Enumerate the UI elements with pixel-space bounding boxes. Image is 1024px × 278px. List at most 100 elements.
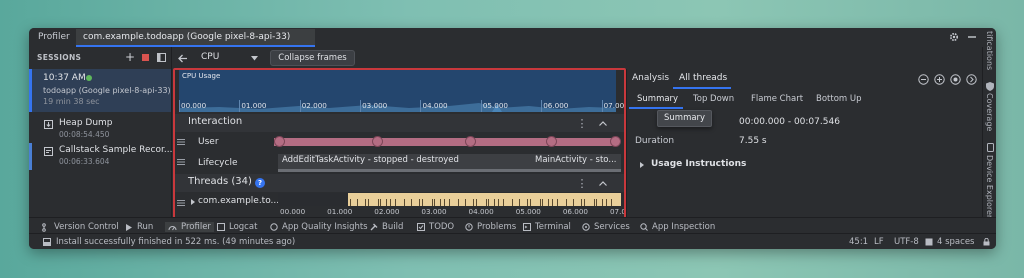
- thread-sample-mark: [434, 199, 435, 206]
- lock-icon[interactable]: [982, 237, 991, 246]
- session-live-indicator: [86, 75, 92, 81]
- expand-triangle-icon[interactable]: [189, 197, 197, 206]
- file-encoding[interactable]: UTF-8: [894, 237, 919, 247]
- cpu-tick-mark: [601, 100, 603, 112]
- collapse-frames-button[interactable]: Collapse frames: [270, 50, 355, 66]
- analysis-subtabs: Summary Top Down Flame Chart Bottom Up: [627, 90, 983, 109]
- stop-session-icon[interactable]: [141, 53, 149, 61]
- caret-position[interactable]: 45:1: [849, 237, 868, 247]
- thread-sample-mark: [488, 199, 489, 206]
- cpu-tick-mark: [360, 100, 362, 112]
- minimize-icon[interactable]: [966, 31, 978, 43]
- run-tab[interactable]: Run: [125, 222, 153, 232]
- notifications-tab[interactable]: tifications: [985, 31, 994, 70]
- subtab-flame-chart[interactable]: Flame Chart: [751, 94, 803, 104]
- lifecycle-event[interactable]: AddEditTaskActivity - stopped - destroye…: [282, 155, 459, 165]
- panel-layout-icon[interactable]: [156, 52, 166, 62]
- threads-title: Threads (34): [188, 176, 252, 187]
- version-control-label: Version Control: [54, 222, 119, 232]
- thread-sample-mark: [498, 199, 499, 206]
- branch-icon: [42, 222, 46, 232]
- line-ending[interactable]: LF: [874, 237, 884, 247]
- user-event-marker[interactable]: [465, 136, 476, 147]
- thread-sample-mark: [368, 199, 369, 206]
- more-options-icon[interactable]: ⋮: [577, 177, 588, 190]
- back-arrow-icon[interactable]: [177, 52, 189, 64]
- more-options-icon[interactable]: ⋮: [577, 117, 588, 130]
- collapse-up-icon[interactable]: [597, 117, 609, 129]
- thread-sample-mark: [542, 199, 543, 206]
- hammer-icon: [370, 223, 378, 231]
- thread-sample-mark: [350, 199, 351, 206]
- artifact-name: Heap Dump: [59, 118, 113, 128]
- cpu-time-tick: 06.000: [543, 101, 569, 110]
- services-tab[interactable]: Services: [582, 222, 630, 232]
- analysis-tabs: Analysis All threads: [627, 69, 983, 89]
- add-session-icon[interactable]: +: [125, 50, 135, 64]
- session-item[interactable]: 10:37 AM todoapp (Google pixel-8-api-33)…: [29, 69, 171, 112]
- interaction-header[interactable]: Interaction ⋮: [173, 114, 625, 132]
- subtab-bottom-up[interactable]: Bottom Up: [816, 94, 862, 104]
- sessions-header: SESSIONS: [37, 53, 82, 62]
- indent-icon: [924, 237, 933, 246]
- drag-handle-icon[interactable]: [176, 198, 185, 207]
- indent-setting[interactable]: 4 spaces: [937, 237, 974, 247]
- terminal-label: Terminal: [535, 222, 571, 232]
- gear-icon[interactable]: [948, 31, 960, 43]
- user-event-marker[interactable]: [610, 136, 621, 147]
- artifact-callstack-sample[interactable]: Callstack Sample Recor... 00:06:33.604: [29, 143, 173, 170]
- threads-header[interactable]: Threads (34) ? ⋮: [173, 174, 625, 192]
- user-event-marker[interactable]: [372, 136, 383, 147]
- collapse-up-icon[interactable]: [597, 177, 609, 189]
- tab-analysis[interactable]: Analysis: [632, 73, 669, 83]
- usage-instructions-section[interactable]: Usage Instructions: [627, 157, 983, 173]
- thread-sample-mark: [458, 199, 459, 206]
- user-event-marker[interactable]: [546, 136, 557, 147]
- drag-handle-icon[interactable]: [176, 157, 185, 166]
- build-tab[interactable]: Build: [370, 222, 403, 232]
- status-layout-icon[interactable]: [42, 237, 51, 246]
- problems-tab[interactable]: Problems: [465, 222, 516, 232]
- thread-sample-mark: [440, 199, 441, 206]
- zoom-out-icon[interactable]: [917, 73, 929, 85]
- device-explorer-tab[interactable]: Device Explorer: [985, 155, 994, 218]
- profiler-tab[interactable]: Profiler: [165, 222, 214, 232]
- artifact-heap-dump[interactable]: Heap Dump 00:08:54.450: [29, 116, 171, 143]
- version-control-tab[interactable]: Version Control: [42, 222, 119, 232]
- logcat-tab[interactable]: Logcat: [217, 222, 257, 232]
- device-icon: [985, 142, 995, 152]
- coverage-tab[interactable]: Coverage: [985, 93, 994, 131]
- todo-tab[interactable]: TODO: [417, 222, 454, 232]
- thread-sample-mark: [473, 199, 474, 206]
- cpu-time-tick: 04.000: [422, 101, 448, 110]
- user-event-marker[interactable]: [274, 136, 285, 147]
- thread-time-tick: 02.000: [374, 207, 400, 216]
- thread-sample-mark: [566, 199, 567, 206]
- subtab-summary[interactable]: Summary: [629, 90, 683, 109]
- profiler-gauge-icon: [168, 226, 177, 231]
- thread-sample-mark: [449, 199, 450, 206]
- help-icon[interactable]: ?: [255, 178, 265, 188]
- thread-sample-mark: [486, 199, 487, 206]
- reset-zoom-icon[interactable]: [949, 73, 961, 85]
- app-inspection-tab[interactable]: App Inspection: [640, 222, 715, 232]
- subtab-top-down[interactable]: Top Down: [693, 94, 734, 104]
- tab-all-threads[interactable]: All threads: [673, 69, 731, 89]
- app-inspection-label: App Inspection: [652, 222, 716, 232]
- lifecycle-event[interactable]: MainActivity - sto...: [535, 155, 616, 165]
- status-message[interactable]: Install successfully finished in 522 ms.…: [56, 237, 295, 247]
- artifact-name: Callstack Sample Recor...: [59, 145, 173, 155]
- thread-row[interactable]: com.example.to... 00.000 01.000 02.000 03.0…: [173, 192, 635, 217]
- drag-handle-icon[interactable]: [176, 137, 185, 146]
- app-quality-insights-tab[interactable]: App Quality Insights: [270, 222, 368, 232]
- cpu-time-tick: 03.000: [362, 101, 388, 110]
- terminal-tab[interactable]: Terminal: [523, 222, 571, 232]
- thread-time-tick: 00.000: [280, 207, 306, 216]
- zoom-in-icon[interactable]: [933, 73, 945, 85]
- thread-sample-mark: [386, 199, 387, 206]
- cpu-select[interactable]: CPU: [193, 50, 263, 66]
- artifact-time: 00:06:33.604: [59, 157, 110, 166]
- process-tab[interactable]: com.example.todoapp (Google pixel-8-api-…: [76, 29, 315, 47]
- go-to-live-icon[interactable]: [965, 73, 977, 85]
- services-label: Services: [594, 222, 630, 232]
